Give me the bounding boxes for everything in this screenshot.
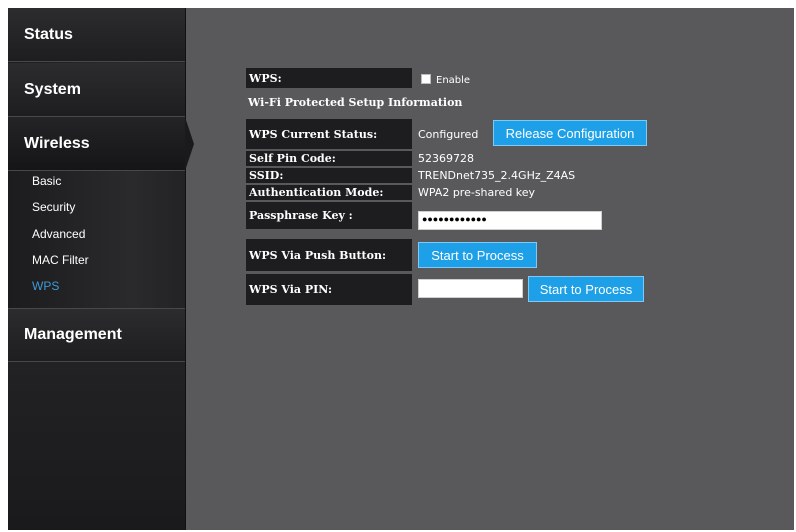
auth-mode-label: Authentication Mode: — [246, 185, 412, 200]
pin-label: WPS Via PIN: — [246, 274, 412, 305]
ssid-label: SSID: — [246, 168, 412, 183]
nav-status-label: Status — [24, 25, 73, 43]
sidebar-fill — [8, 362, 185, 530]
self-pin-label: Self Pin Code: — [246, 151, 412, 166]
push-button-start-button[interactable]: Start to Process — [418, 242, 537, 268]
wps-label: WPS: — [246, 68, 412, 88]
nav-management[interactable]: Management — [8, 308, 185, 362]
enable-checkbox[interactable] — [421, 74, 431, 84]
pin-input[interactable] — [418, 279, 523, 298]
push-button-label: WPS Via Push Button: — [246, 239, 412, 271]
sidebar-item-advanced[interactable]: Advanced — [32, 227, 85, 241]
passphrase-input[interactable]: ●●●●●●●●●●●● — [418, 211, 602, 230]
current-status-label: WPS Current Status: — [246, 119, 412, 149]
enable-label: Enable — [436, 74, 471, 86]
passphrase-label: Passphrase Key : — [246, 202, 412, 229]
pin-start-button[interactable]: Start to Process — [528, 276, 644, 302]
router-admin-frame: Status System Wireless Basic Security Ad… — [8, 8, 794, 530]
auth-mode-value: WPA2 pre-shared key — [418, 186, 536, 199]
sidebar-item-security[interactable]: Security — [32, 200, 75, 214]
nav-system-label: System — [24, 80, 81, 98]
sidebar: Status System Wireless Basic Security Ad… — [8, 8, 194, 530]
nav-management-label: Management — [24, 326, 122, 343]
sidebar-item-mac-filter[interactable]: MAC Filter — [32, 253, 89, 267]
sidebar-item-basic[interactable]: Basic — [32, 174, 61, 188]
nav-status[interactable]: Status — [8, 8, 185, 62]
current-status-value: Configured — [418, 127, 479, 141]
active-arrow-icon — [185, 117, 194, 171]
section-title: Wi-Fi Protected Setup Information — [248, 96, 463, 109]
release-configuration-button[interactable]: Release Configuration — [493, 120, 647, 146]
nav-wireless-label: Wireless — [24, 134, 90, 152]
self-pin-value: 52369728 — [418, 152, 474, 165]
nav-system[interactable]: System — [8, 63, 185, 117]
sidebar-item-wps[interactable]: WPS — [32, 279, 59, 293]
nav-wireless[interactable]: Wireless — [8, 117, 194, 171]
ssid-value: TRENDnet735_2.4GHz_Z4AS — [418, 169, 576, 182]
